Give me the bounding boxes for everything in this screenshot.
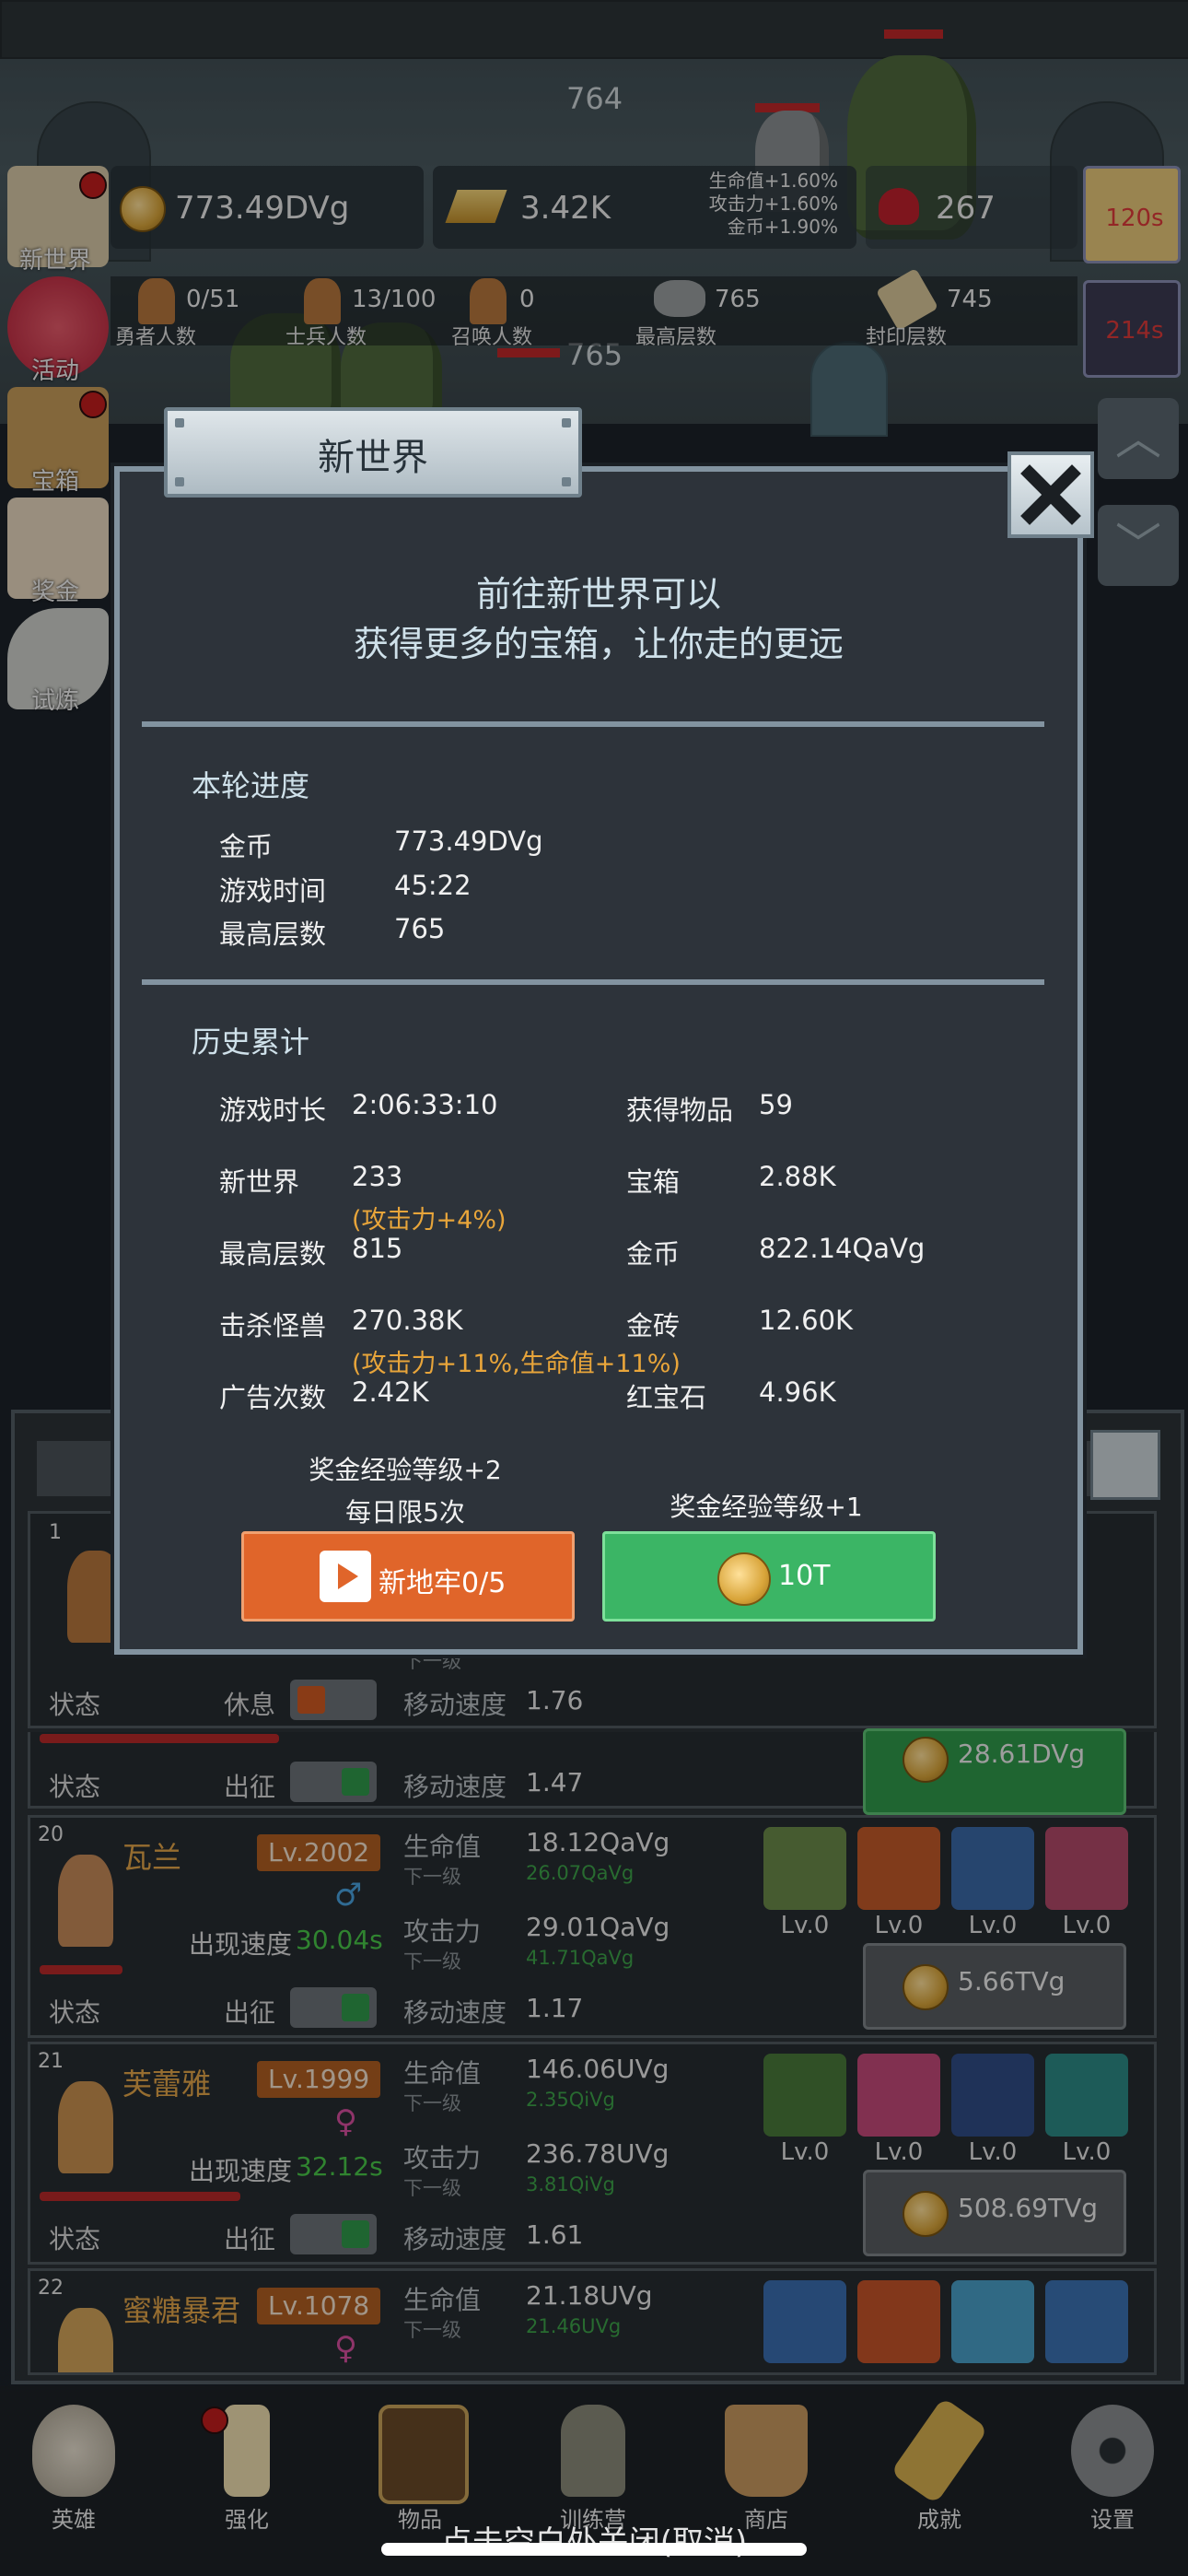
history-playtime-value: 2:06:33:10: [352, 1089, 498, 1120]
history-title: 历史累计: [192, 1025, 310, 1060]
history-chest-label: 宝箱: [626, 1166, 681, 1198]
history-gold-bars-label: 金砖: [626, 1310, 681, 1341]
history-ads-value: 2.42K: [352, 1376, 429, 1408]
intro-line-1: 前往新世界可以: [475, 574, 721, 615]
history-chest-value: 2.88K: [759, 1161, 836, 1192]
dialog-close-button[interactable]: [1007, 451, 1094, 538]
history-max-floor-value: 815: [352, 1233, 403, 1264]
new-dungeon-label: 新地牢0/5: [379, 1567, 507, 1599]
round-progress-title: 本轮进度: [192, 768, 310, 803]
gold-pay-label: 10T: [778, 1560, 831, 1592]
history-kills-label: 击杀怪兽: [219, 1310, 327, 1341]
history-ads-label: 广告次数: [219, 1382, 327, 1413]
new-dungeon-ad-button[interactable]: 新地牢0/5: [241, 1531, 575, 1622]
history-new-world-bonus: (攻击力+4%): [352, 1206, 507, 1235]
divider: [142, 721, 1044, 727]
round-gold-label: 金币: [219, 831, 274, 862]
right-button-note: 奖金经验等级+1: [670, 1492, 863, 1522]
history-new-world-label: 新世界: [219, 1166, 300, 1198]
history-ruby-value: 4.96K: [759, 1376, 836, 1408]
intro-line-2: 获得更多的宝箱，让你走的更远: [353, 624, 844, 664]
divider: [142, 979, 1044, 985]
home-indicator[interactable]: [381, 2543, 807, 2556]
history-ruby-label: 红宝石: [626, 1382, 707, 1413]
left-button-note: 奖金经验等级+2 每日限5次: [241, 1450, 569, 1529]
history-items-label: 获得物品: [626, 1095, 734, 1126]
history-playtime-label: 游戏时长: [219, 1095, 327, 1126]
dialog-intro: 前往新世界可以 获得更多的宝箱，让你走的更远: [114, 569, 1083, 669]
dialog-title-tab: 新世界: [164, 407, 582, 498]
round-gold-value: 773.49DVg: [394, 825, 543, 857]
round-floor-value: 765: [394, 913, 446, 944]
left-note-line-2: 每日限5次: [345, 1497, 465, 1528]
history-gold-value: 822.14QaVg: [759, 1233, 926, 1264]
history-items-value: 59: [759, 1089, 793, 1120]
round-time-value: 45:22: [394, 870, 472, 901]
history-kills-bonus: (攻击力+11%,生命值+11%): [352, 1350, 681, 1378]
video-play-icon: [320, 1551, 371, 1602]
gold-coin-icon: [717, 1552, 771, 1606]
history-max-floor-label: 最高层数: [219, 1238, 327, 1270]
history-new-world-value: 233: [352, 1161, 403, 1192]
history-gold-label: 金币: [626, 1238, 681, 1270]
round-time-label: 游戏时间: [219, 875, 327, 907]
history-gold-bars-value: 12.60K: [759, 1305, 854, 1336]
history-kills-value: 270.38K: [352, 1305, 463, 1336]
close-icon: [1020, 464, 1081, 525]
round-floor-label: 最高层数: [219, 919, 327, 950]
left-note-line-1: 奖金经验等级+2: [309, 1455, 502, 1485]
gold-pay-button[interactable]: 10T: [602, 1531, 936, 1622]
dialog-title: 新世界: [318, 437, 428, 479]
